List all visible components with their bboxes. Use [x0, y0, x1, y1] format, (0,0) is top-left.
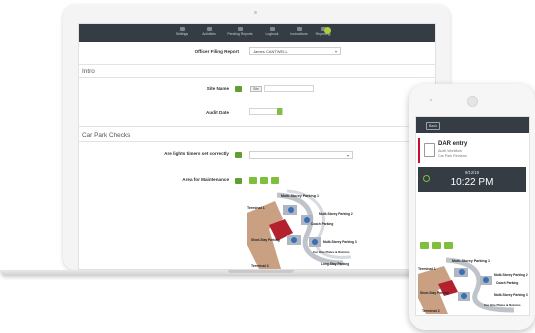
document-icon: [237, 27, 243, 31]
draw-tool-button[interactable]: [249, 177, 257, 184]
section-title-car-park: Car Park Checks: [82, 132, 131, 139]
map-label-multi2: Multi-Storey Parking 2: [494, 273, 528, 277]
map-label-longstay: Long-Stay Parking: [321, 262, 349, 266]
parking-icon: [459, 269, 465, 275]
parking-icon: [461, 293, 467, 299]
divider: [79, 126, 435, 127]
map-label-shortstay: Short-Stay Parking: [251, 238, 280, 242]
laptop-notch: [228, 270, 294, 273]
nav-item-logbook[interactable]: Logbook: [257, 26, 287, 36]
map-label-multi1: Multi-Storey Parking 1: [281, 194, 319, 198]
map-label-shortstay: Short-Stay Parking: [420, 291, 449, 295]
audit-date-label: Audit Date: [206, 110, 229, 115]
nav-item-settings[interactable]: Settings: [167, 26, 197, 36]
top-nav-bar: Settings Activities Pending Reports Logb…: [79, 24, 435, 42]
image-icon[interactable]: [235, 86, 242, 92]
chevron-down-icon: ▾: [334, 49, 337, 54]
map-label-terminal2: Terminal 2: [251, 264, 269, 268]
map-label-multi2: Multi-Storey Parking 2: [319, 212, 353, 216]
nav-item-activities[interactable]: Activities: [194, 26, 224, 36]
book-icon: [269, 27, 275, 31]
phone-screen: Back DAR entry Audit Workflow Car Park R…: [415, 116, 530, 316]
back-button[interactable]: Back: [426, 122, 440, 130]
undo-button[interactable]: [260, 177, 268, 184]
divider: [79, 64, 435, 65]
airport-map[interactable]: Multi-Storey Parking 1 Terminal 1 Multi-…: [247, 185, 357, 269]
date-time-panel: 9/12/19 10:22 PM: [418, 167, 526, 192]
laptop-screen: Settings Activities Pending Reports Logb…: [78, 23, 436, 270]
phone-top-bar: Back: [416, 117, 529, 133]
officer-select[interactable]: James CANTWELL ▾: [249, 47, 341, 55]
chevron-down-icon: ▾: [346, 153, 349, 158]
parking-icon: [291, 237, 297, 243]
parking-icon: [312, 239, 318, 245]
phone-camera: [467, 96, 478, 107]
airport-map-phone[interactable]: Multi-Storey Parking 1 Terminal 1 Multi-…: [418, 254, 528, 314]
dar-entry-subtitle2: Car Park Reviews: [438, 154, 467, 158]
laptop-camera: [254, 11, 257, 14]
parking-icon: [304, 217, 310, 223]
parking-icon: [483, 277, 489, 283]
map-label-terminal: Terminal 1: [418, 267, 436, 271]
map-label-terminal: Terminal 1: [247, 206, 265, 210]
parking-icon: [288, 207, 294, 213]
dar-entry-subtitle: Audit Workflow: [438, 149, 462, 153]
gear-icon: [179, 27, 185, 31]
divider: [79, 141, 435, 142]
phone-frame: Back DAR entry Audit Workflow Car Park R…: [409, 84, 535, 330]
officer-filing-label: Officer Filing Report: [194, 49, 239, 54]
map-label-coach: Coach Parking: [496, 281, 518, 285]
clear-button[interactable]: [271, 177, 279, 184]
dar-entry-card[interactable]: DAR entry Audit Workflow Car Park Review…: [418, 138, 528, 163]
site-name-input[interactable]: [264, 85, 314, 92]
map-label-multi3: Multi-Storey Parking 3: [494, 293, 528, 297]
map-label-hire: Car Hire Plates & Returns: [313, 250, 350, 254]
avatar[interactable]: [324, 27, 331, 34]
divider: [79, 77, 435, 78]
map-label-multi1: Multi-Storey Parking 1: [452, 259, 490, 263]
clipboard-icon: [424, 143, 435, 157]
phone-sensor: [430, 99, 432, 101]
map-label-terminal2: Terminal 2: [422, 309, 440, 313]
laptop-frame: Settings Activities Pending Reports Logb…: [63, 5, 450, 270]
lights-timers-select[interactable]: ▾: [249, 151, 353, 159]
clear-button[interactable]: [444, 242, 453, 249]
maintenance-label: Area for Maintenance: [182, 177, 229, 182]
entry-time: 10:22 PM: [450, 177, 494, 188]
map-label-hire: Car Hire Plates & Returns: [484, 303, 521, 307]
site-name-label: Site Name: [206, 86, 229, 91]
dar-entry-title: DAR entry: [438, 141, 468, 147]
image-icon[interactable]: [235, 152, 242, 158]
site-tag[interactable]: Site: [250, 86, 262, 92]
nav-item-pending-reports[interactable]: Pending Reports: [225, 26, 255, 36]
entry-date: 9/12/19: [465, 170, 479, 175]
list-icon: [296, 27, 302, 31]
undo-button[interactable]: [432, 242, 441, 249]
image-icon[interactable]: [235, 178, 242, 184]
section-title-intro: Intro: [82, 68, 95, 75]
lights-timers-label: Are lights timers set correctly: [164, 151, 229, 156]
map-label-multi3: Multi-Storey Parking 3: [323, 240, 357, 244]
map-label-coach: Coach Parking: [311, 222, 333, 226]
draw-tool-button[interactable]: [420, 242, 429, 249]
nav-item-reporting[interactable]: Reporting: [308, 26, 338, 36]
calendar-button[interactable]: [277, 108, 282, 115]
activity-icon: [206, 27, 212, 31]
